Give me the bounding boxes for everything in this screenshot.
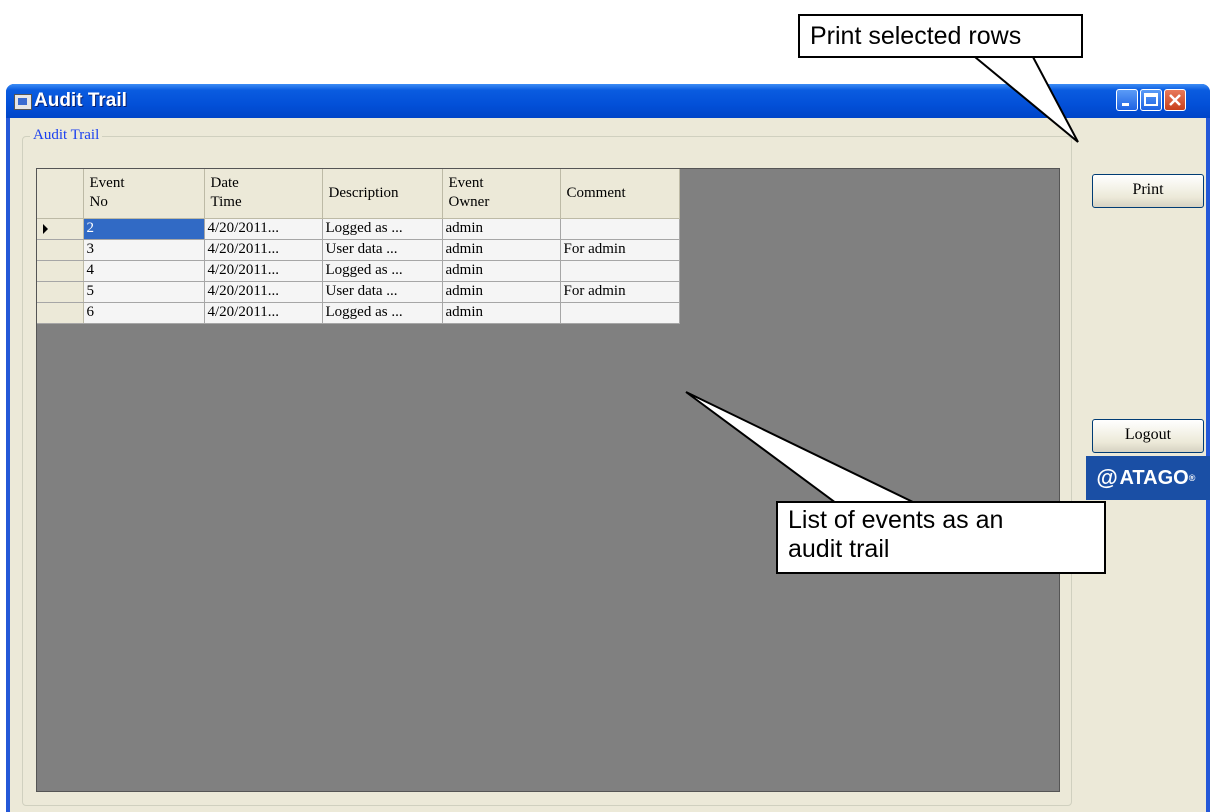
cell-description[interactable]: User data ... bbox=[322, 281, 443, 303]
row-header[interactable] bbox=[37, 218, 84, 240]
maximize-icon bbox=[1144, 93, 1158, 106]
cell-date-time[interactable]: 4/20/2011... bbox=[204, 239, 323, 261]
table-row[interactable]: 4 4/20/2011... Logged as ... admin bbox=[37, 260, 680, 282]
cell-event-no[interactable]: 4 bbox=[83, 260, 205, 282]
cell-date-time[interactable]: 4/20/2011... bbox=[204, 218, 323, 240]
table-row[interactable]: 5 4/20/2011... User data ... admin For a… bbox=[37, 281, 680, 303]
cell-owner[interactable]: admin bbox=[442, 260, 561, 282]
print-callout: Print selected rows bbox=[798, 14, 1083, 58]
cell-owner[interactable]: admin bbox=[442, 302, 561, 324]
print-button[interactable]: Print bbox=[1092, 174, 1204, 208]
cell-description[interactable]: Logged as ... bbox=[322, 218, 443, 240]
atago-logo-text: ATAGO bbox=[1119, 466, 1189, 489]
window-app-icon[interactable] bbox=[14, 94, 32, 110]
atago-logo-icon: @ bbox=[1096, 465, 1118, 490]
audit-trail-grid[interactable]: Event No Date Time Description Event Owner … bbox=[36, 168, 1060, 792]
cell-comment[interactable] bbox=[560, 218, 680, 240]
list-callout: List of events as an audit trail bbox=[776, 501, 1106, 574]
list-callout-line2: audit trail bbox=[788, 535, 890, 563]
cell-description[interactable]: Logged as ... bbox=[322, 302, 443, 324]
header-row: Event No Date Time Description Event Owner … bbox=[37, 169, 680, 219]
cell-event-no[interactable]: 6 bbox=[83, 302, 205, 324]
column-header-event-owner[interactable]: Event Owner bbox=[442, 169, 561, 219]
column-header-date-time[interactable]: Date Time bbox=[204, 169, 323, 219]
window-client-area: Audit Trail Event No Date Time Description… bbox=[10, 118, 1210, 812]
maximize-button[interactable] bbox=[1140, 89, 1162, 111]
cell-comment[interactable] bbox=[560, 260, 680, 282]
cell-date-time[interactable]: 4/20/2011... bbox=[204, 260, 323, 282]
row-header[interactable] bbox=[37, 302, 84, 324]
audit-trail-window: Audit Trail Audit Trail Event No Date Time… bbox=[6, 84, 1210, 812]
row-header[interactable] bbox=[37, 260, 84, 282]
cell-description[interactable]: User data ... bbox=[322, 239, 443, 261]
audit-trail-table: Event No Date Time Description Event Owner … bbox=[37, 169, 680, 324]
row-header[interactable] bbox=[37, 281, 84, 303]
minimize-button[interactable] bbox=[1116, 89, 1138, 111]
cell-description[interactable]: Logged as ... bbox=[322, 260, 443, 282]
column-header-description[interactable]: Description bbox=[322, 169, 443, 219]
window-title: Audit Trail bbox=[34, 90, 127, 111]
list-callout-line1: List of events as an bbox=[788, 506, 1004, 534]
cell-owner[interactable]: admin bbox=[442, 281, 561, 303]
cell-comment[interactable] bbox=[560, 302, 680, 324]
current-row-arrow-icon bbox=[43, 223, 48, 234]
column-header-event-no[interactable]: Event No bbox=[83, 169, 205, 219]
cell-event-no[interactable]: 2 bbox=[83, 218, 205, 240]
cell-owner[interactable]: admin bbox=[442, 218, 561, 240]
cell-date-time[interactable]: 4/20/2011... bbox=[204, 281, 323, 303]
row-header[interactable] bbox=[37, 239, 84, 261]
logout-button[interactable]: Logout bbox=[1092, 419, 1204, 453]
cell-event-no[interactable]: 5 bbox=[83, 281, 205, 303]
cell-date-time[interactable]: 4/20/2011... bbox=[204, 302, 323, 324]
minimize-icon bbox=[1122, 103, 1129, 106]
cell-owner[interactable]: admin bbox=[442, 239, 561, 261]
cell-comment[interactable]: For admin bbox=[560, 281, 680, 303]
column-header-comment[interactable]: Comment bbox=[560, 169, 680, 219]
row-header-corner[interactable] bbox=[37, 169, 84, 219]
atago-logo: @ ATAGO ® bbox=[1086, 456, 1210, 500]
table-row[interactable]: 3 4/20/2011... User data ... admin For a… bbox=[37, 239, 680, 261]
table-row[interactable]: 6 4/20/2011... Logged as ... admin bbox=[37, 302, 680, 324]
title-bar[interactable]: Audit Trail bbox=[6, 84, 1210, 118]
cell-comment[interactable]: For admin bbox=[560, 239, 680, 261]
print-callout-text: Print selected rows bbox=[810, 22, 1022, 50]
registered-mark: ® bbox=[1188, 473, 1196, 483]
table-row[interactable]: 2 4/20/2011... Logged as ... admin bbox=[37, 218, 680, 240]
groupbox-label: Audit Trail bbox=[30, 127, 103, 144]
close-button[interactable] bbox=[1164, 89, 1186, 111]
cell-event-no[interactable]: 3 bbox=[83, 239, 205, 261]
close-icon bbox=[1169, 94, 1181, 106]
